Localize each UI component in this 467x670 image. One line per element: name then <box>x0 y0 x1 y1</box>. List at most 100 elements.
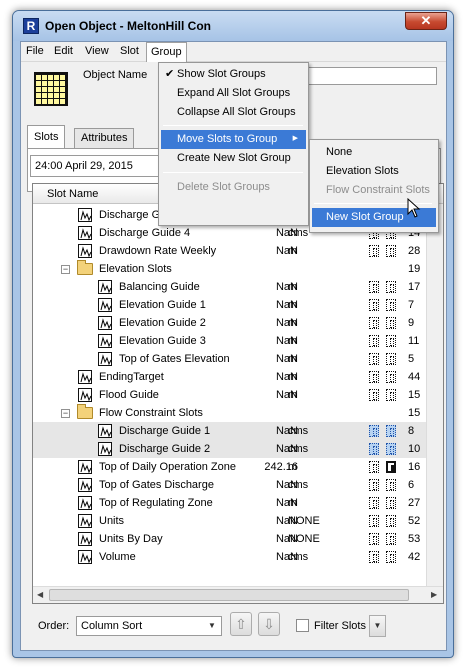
horizontal-scroll-thumb[interactable] <box>49 589 409 601</box>
slot-group-row-flow-constraint-slots[interactable]: − Flow Constraint Slots 15 <box>33 404 427 422</box>
collapse-group-icon[interactable]: − <box>61 265 70 274</box>
flag-b-icon <box>386 245 396 257</box>
flag-a-icon <box>369 533 379 545</box>
filter-options-button[interactable]: ▼ <box>369 615 386 637</box>
series-slot-icon <box>78 208 92 222</box>
series-slot-icon <box>98 442 112 456</box>
window-title: Open Object - MeltonHill Con <box>45 19 211 33</box>
flag-a-icon <box>369 299 379 311</box>
submenu-item-none[interactable]: None <box>312 143 436 162</box>
group-name: Elevation Slots <box>99 263 172 275</box>
riverware-app-icon: R <box>23 18 39 34</box>
menu-file[interactable]: File <box>26 45 44 57</box>
slot-row-units-by-day[interactable]: Units By Day NaN NONE 53 <box>33 530 427 548</box>
slot-row-elevation-guide-3[interactable]: Elevation Guide 3 NaN m 11 <box>33 332 427 350</box>
series-slot-icon <box>78 496 92 510</box>
slot-unit: m <box>288 281 298 293</box>
menu-item-collapse-all-slot-groups[interactable]: Collapse All Slot Groups <box>161 103 306 122</box>
scroll-right-icon[interactable]: ▶ <box>431 590 437 599</box>
submenu-item-label: Elevation Slots <box>326 165 399 177</box>
slot-name-column-header[interactable]: Slot Name <box>47 188 98 200</box>
open-object-window: R Open Object - MeltonHill Con ✕ File Ed… <box>12 10 454 658</box>
vertical-scrollbar[interactable] <box>426 204 443 587</box>
slot-row-balancing-guide[interactable]: Balancing Guide NaN m 17 <box>33 278 427 296</box>
series-slot-icon <box>78 532 92 546</box>
tab-slots[interactable]: Slots <box>27 125 66 149</box>
close-button[interactable]: ✕ <box>405 12 447 30</box>
timestep-date-field[interactable]: 24:00 April 29, 2015 <box>30 155 162 177</box>
series-slot-icon <box>98 334 112 348</box>
horizontal-scrollbar[interactable]: ◀ ▶ <box>33 586 443 603</box>
slot-row-top-of-gates-discharge[interactable]: Top of Gates Discharge NaN cms 6 <box>33 476 427 494</box>
flag-b-icon <box>386 533 396 545</box>
slot-row-top-of-gates-elevation[interactable]: Top of Gates Elevation NaN m 5 <box>33 350 427 368</box>
slot-name: Top of Regulating Zone <box>99 497 213 509</box>
slot-row-endingtarget[interactable]: EndingTarget NaN m 44 <box>33 368 427 386</box>
menu-slot[interactable]: Slot <box>120 45 139 57</box>
tab-attributes[interactable]: Attributes <box>74 128 135 148</box>
group-name: Flow Constraint Slots <box>99 407 203 419</box>
menu-item-label: Move Slots to Group <box>177 133 278 145</box>
menu-item-label: Delete Slot Groups <box>177 181 270 193</box>
slot-row-top-of-regulating-zone[interactable]: Top of Regulating Zone NaN m 27 <box>33 494 427 512</box>
flag-a-icon <box>369 353 379 365</box>
series-slot-icon <box>98 424 112 438</box>
flag-a-icon <box>369 551 379 563</box>
slot-row-top-of-daily-operation-zone[interactable]: Top of Daily Operation Zone 242.16 m 16 <box>33 458 427 476</box>
slot-row-drawdown-rate-weekly[interactable]: Drawdown Rate Weekly NaN m 28 <box>33 242 427 260</box>
menu-item-create-new-slot-group[interactable]: Create New Slot Group <box>161 149 306 168</box>
folder-icon <box>77 404 93 419</box>
dropdown-arrow-icon[interactable]: ▼ <box>205 619 219 633</box>
slot-count: 53 <box>408 533 421 545</box>
menu-bar: File Edit View Slot Group <box>21 42 446 62</box>
slot-name: Volume <box>99 551 136 563</box>
submenu-item-elevation-slots[interactable]: Elevation Slots <box>312 162 436 181</box>
flag-a-icon <box>369 425 379 437</box>
slot-name: Discharge Guide 2 <box>119 443 211 455</box>
reservoir-object-icon <box>34 72 68 106</box>
slot-unit: cms <box>288 425 309 437</box>
slot-count: 19 <box>408 263 421 275</box>
filter-slots-checkbox[interactable] <box>296 619 309 632</box>
move-down-button[interactable]: ⇩ <box>258 612 280 636</box>
slot-name: Discharge Guide 4 <box>99 227 191 239</box>
scroll-left-icon[interactable]: ◀ <box>37 590 43 599</box>
slot-group-row-elevation-slots[interactable]: − Elevation Slots 19 <box>33 260 427 278</box>
order-select[interactable]: Column Sort ▼ <box>76 616 222 636</box>
menu-view[interactable]: View <box>85 45 109 57</box>
menu-item-show-slot-groups[interactable]: ✔ Show Slot Groups <box>161 65 306 84</box>
slot-row-elevation-guide-2[interactable]: Elevation Guide 2 NaN m 9 <box>33 314 427 332</box>
collapse-group-icon[interactable]: − <box>61 409 70 418</box>
slot-count: 42 <box>408 551 421 563</box>
slot-unit: m <box>288 353 298 365</box>
slot-count: 15 <box>408 407 421 419</box>
menu-item-expand-all-slot-groups[interactable]: Expand All Slot Groups <box>161 84 306 103</box>
slot-unit: m <box>288 461 298 473</box>
slot-row-elevation-guide-1[interactable]: Elevation Guide 1 NaN m 7 <box>33 296 427 314</box>
flag-b-icon <box>386 335 396 347</box>
menu-item-delete-slot-groups: Delete Slot Groups <box>161 178 306 197</box>
flag-a-icon <box>369 281 379 293</box>
flag-a-icon <box>369 389 379 401</box>
slot-row-discharge-guide-1[interactable]: Discharge Guide 1 NaN cms 8 <box>33 422 427 440</box>
slot-unit: cms <box>288 443 309 455</box>
slot-row-discharge-guide-2[interactable]: Discharge Guide 2 NaN cms 10 <box>33 440 427 458</box>
slot-list[interactable]: Slot Name Discharge Guide 3NaNm14Dischar… <box>32 183 444 604</box>
menu-item-label: Show Slot Groups <box>177 68 266 80</box>
move-up-button[interactable]: ⇧ <box>230 612 252 636</box>
order-label: Order: <box>38 620 70 632</box>
slot-unit: cms <box>288 479 309 491</box>
series-slot-icon <box>78 226 92 240</box>
object-name-input[interactable] <box>289 67 437 85</box>
slot-unit: m <box>288 317 298 329</box>
menu-group[interactable]: Group <box>146 42 187 62</box>
series-slot-icon <box>98 352 112 366</box>
menu-edit[interactable]: Edit <box>54 45 73 57</box>
slot-row-units[interactable]: Units NaN NONE 52 <box>33 512 427 530</box>
slot-row-flood-guide[interactable]: Flood Guide NaN m 15 <box>33 386 427 404</box>
flag-a-icon <box>369 245 379 257</box>
title-bar[interactable]: R Open Object - MeltonHill Con ✕ <box>13 11 453 41</box>
menu-item-move-slots-to-group[interactable]: Move Slots to Group ▶ <box>161 130 306 149</box>
slot-row-volume[interactable]: Volume NaN cms 42 <box>33 548 427 566</box>
slot-count: 8 <box>408 425 415 437</box>
